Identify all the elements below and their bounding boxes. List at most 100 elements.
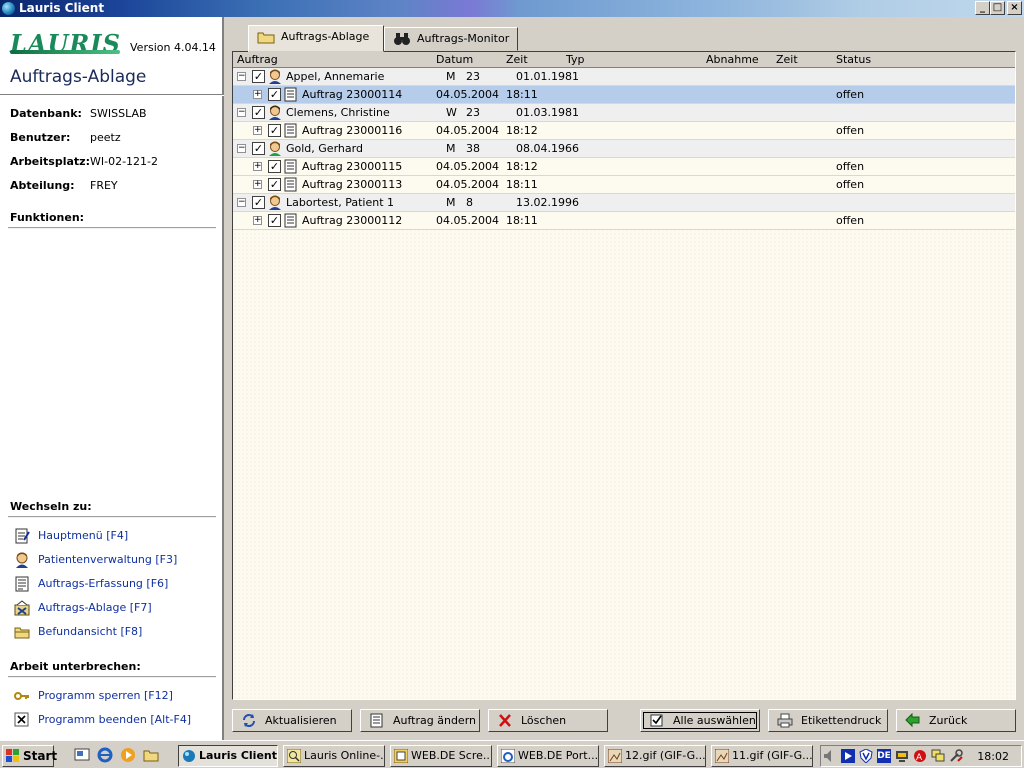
collapse-toggle[interactable]: − [237, 144, 246, 153]
table-row-order[interactable]: + ✓ Auftrag 23000114 04.05.2004 18:11 of… [233, 86, 1015, 104]
order-date: 04.05.2004 [436, 178, 499, 191]
column-header-typ[interactable]: Typ [566, 53, 585, 66]
nav-link-label: Auftrags-Erfassung [F6] [38, 577, 169, 590]
select-all-button[interactable]: Alle auswählen [640, 709, 760, 732]
column-header-abnahme-zeit[interactable]: Zeit [776, 53, 798, 66]
taskbar-item-label: Lauris Online-... [304, 749, 385, 762]
maximize-button[interactable]: □ [990, 1, 1005, 15]
order-time: 18:11 [506, 88, 538, 101]
nav-link-order-archive[interactable]: Auftrags-Ablage [F7] [14, 599, 152, 617]
language-indicator[interactable]: DE [877, 749, 891, 763]
column-header-status[interactable]: Status [836, 53, 871, 66]
row-checkbox[interactable]: ✓ [268, 178, 281, 191]
show-desktop-icon[interactable] [74, 747, 90, 763]
antivirus-icon[interactable]: A [913, 749, 927, 763]
collapse-toggle[interactable]: − [237, 72, 246, 81]
taskbar-item-label: WEB.DE Scre... [411, 749, 492, 762]
nav-link-lock-program[interactable]: Programm sperren [F12] [14, 687, 173, 705]
media-player-icon[interactable] [120, 747, 136, 763]
order-number: Auftrag 23000114 [302, 88, 403, 101]
nav-link-label: Patientenverwaltung [F3] [38, 553, 178, 566]
delete-button[interactable]: Löschen [488, 709, 608, 732]
delete-label: Löschen [521, 714, 567, 727]
nav-link-order-entry[interactable]: Auftrags-Erfassung [F6] [14, 575, 168, 593]
close-window-button[interactable]: × [1007, 1, 1022, 15]
column-header-abnahme[interactable]: Abnahme [706, 53, 759, 66]
network-icon[interactable] [931, 749, 945, 763]
browser-icon [500, 748, 516, 764]
patient-birthdate: 01.01.1981 [516, 70, 579, 83]
expand-toggle[interactable]: + [253, 126, 262, 135]
table-row-patient[interactable]: − ✓ Clemens, Christine W 23 01.03.1981 [233, 104, 1015, 122]
column-header-zeit[interactable]: Zeit [506, 53, 528, 66]
lauris-app-icon [182, 749, 196, 763]
back-button[interactable]: Zurück [896, 709, 1016, 732]
nav-link-exit-program[interactable]: Programm beenden [Alt-F4] [14, 711, 191, 729]
expand-toggle[interactable]: + [253, 180, 262, 189]
order-document-icon [284, 87, 298, 102]
row-checkbox[interactable]: ✓ [252, 142, 265, 155]
print-labels-label: Etikettendruck [801, 714, 882, 727]
taskbar-item-lauris-client[interactable]: Lauris Client [178, 745, 278, 767]
select-all-label: Alle auswählen [673, 714, 756, 727]
edit-order-button[interactable]: Auftrag ändern [360, 709, 480, 732]
print-labels-button[interactable]: Etikettendruck [768, 709, 888, 732]
logo-swoosh [10, 50, 120, 54]
internet-explorer-icon[interactable] [97, 747, 113, 763]
taskbar-item-label: WEB.DE Port... [518, 749, 599, 762]
nav-link-label: Auftrags-Ablage [F7] [38, 601, 152, 614]
collapse-toggle[interactable]: − [237, 108, 246, 117]
expand-toggle[interactable]: + [253, 90, 262, 99]
expand-toggle[interactable]: + [253, 162, 262, 171]
patient-name: Labortest, Patient 1 [286, 196, 395, 209]
nav-link-main-menu[interactable]: Hauptmenü [F4] [14, 527, 128, 545]
row-checkbox[interactable]: ✓ [268, 124, 281, 137]
nav-link-findings-view[interactable]: Befundansicht [F8] [14, 623, 142, 641]
table-row-patient[interactable]: − ✓ Labortest, Patient 1 M 8 13.02.1996 [233, 194, 1015, 212]
table-row-patient[interactable]: − ✓ Gold, Gerhard M 38 08.04.1966 [233, 140, 1015, 158]
version-label: Version 4.04.14 [130, 41, 216, 54]
refresh-button[interactable]: Aktualisieren [232, 709, 352, 732]
minimize-button[interactable]: _ [975, 1, 990, 15]
tray-tool-icon[interactable] [949, 749, 963, 763]
table-row-order[interactable]: + ✓ Auftrag 23000113 04.05.2004 18:11 of… [233, 176, 1015, 194]
order-document-icon [284, 213, 298, 228]
table-row-order[interactable]: + ✓ Auftrag 23000112 04.05.2004 18:11 of… [233, 212, 1015, 230]
taskbar-item-webde-screen[interactable]: WEB.DE Scre... [390, 745, 492, 767]
taskbar-item-11-gif[interactable]: 11.gif (GIF-G... [711, 745, 813, 767]
folder-icon[interactable] [143, 747, 159, 763]
tab-auftrags-monitor[interactable]: Auftrags-Monitor [384, 27, 518, 51]
start-button[interactable]: Start [2, 745, 57, 767]
row-checkbox[interactable]: ✓ [252, 196, 265, 209]
row-checkbox[interactable]: ✓ [252, 70, 265, 83]
table-row-order[interactable]: + ✓ Auftrag 23000116 04.05.2004 18:12 of… [233, 122, 1015, 140]
monitor-icon[interactable] [895, 749, 909, 763]
clock: 18:02 [977, 750, 1009, 763]
taskbar-item-12-gif[interactable]: 12.gif (GIF-G... [604, 745, 706, 767]
nav-link-patient-management[interactable]: Patientenverwaltung [F3] [14, 551, 177, 569]
printer-icon [777, 713, 793, 728]
order-time: 18:12 [506, 160, 538, 173]
title-bar: Lauris Client _ □ × [0, 0, 1024, 17]
row-checkbox[interactable]: ✓ [268, 88, 281, 101]
expand-toggle[interactable]: + [253, 216, 262, 225]
nav-link-label: Programm beenden [Alt-F4] [38, 713, 192, 726]
row-checkbox[interactable]: ✓ [268, 160, 281, 173]
table-row-patient[interactable]: − ✓ Appel, Annemarie M 23 01.01.1981 [233, 68, 1015, 86]
switch-heading: Wechseln zu: [10, 500, 92, 513]
table-row-order[interactable]: + ✓ Auftrag 23000115 04.05.2004 18:12 of… [233, 158, 1015, 176]
taskbar-item-webde-portal[interactable]: WEB.DE Port... [497, 745, 599, 767]
column-header-datum[interactable]: Datum [436, 53, 473, 66]
row-checkbox[interactable]: ✓ [252, 106, 265, 119]
column-header-auftrag[interactable]: Auftrag [237, 53, 278, 66]
collapse-toggle[interactable]: − [237, 198, 246, 207]
tab-auftrags-ablage[interactable]: Auftrags-Ablage [248, 25, 384, 52]
play-icon[interactable] [841, 749, 855, 763]
shield-icon[interactable] [859, 748, 873, 764]
image-viewer-icon [607, 748, 623, 764]
edit-order-label: Auftrag ändern [393, 714, 476, 727]
image-viewer-icon [714, 748, 730, 764]
row-checkbox[interactable]: ✓ [268, 214, 281, 227]
volume-icon[interactable] [823, 749, 837, 763]
taskbar-item-lauris-online[interactable]: Lauris Online-... [283, 745, 385, 767]
